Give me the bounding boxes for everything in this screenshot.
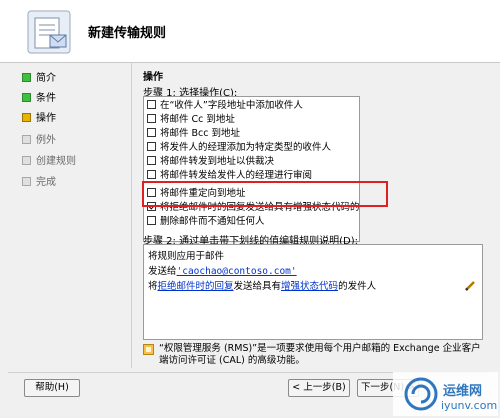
nav-item-create-rule: 创建规则 [22,155,76,169]
transport-rule-icon [27,10,71,54]
wizard-header: 新建传输规则 [0,0,500,63]
action-label: 在“收件人”字段地址中添加收件人 [160,100,303,111]
main-panel: 操作 步骤 1: 选择操作(C): 在“收件人”字段地址中添加收件人 将邮件 C… [131,62,489,372]
description-text: 的发件人 [338,281,377,292]
action-label: 将发件人的经理添加为特定类型的收件人 [160,142,332,153]
checkbox[interactable] [147,114,156,123]
action-item[interactable]: 将邮件 Bcc 到地址 [147,127,240,140]
action-label: 将邮件转发到地址以供裁决 [160,156,275,167]
action-label: 将邮件重定向到地址 [160,188,246,199]
section-title: 操作 [143,72,163,83]
action-item[interactable]: 将邮件重定向到地址 [147,187,246,200]
action-label: 将邮件 Bcc 到地址 [160,128,241,139]
action-label: 将邮件 Cc 到地址 [160,114,235,125]
nav-item-conditions: 条件 [22,92,56,106]
nav-item-exceptions: 例外 [22,134,56,148]
rms-info-icon [143,344,154,355]
step-current-icon [22,113,31,122]
nav-item-label: 完成 [36,177,56,188]
action-item[interactable]: 将邮件转发到地址以供裁决 [147,155,274,168]
recipient-link[interactable]: 'caochao@contoso.com' [177,266,297,277]
watermark-text: 运维网 [443,384,483,399]
back-button[interactable]: < 上一步(B) [288,379,350,397]
action-item[interactable]: 在“收件人”字段地址中添加收件人 [147,99,303,112]
rejection-response-link[interactable]: 拒绝邮件时的回复 [158,281,234,292]
checkbox[interactable] [147,128,156,137]
step-pending-icon [22,177,31,186]
status-code-link[interactable]: 增强状态代码 [281,281,338,292]
description-line: 将拒绝邮件时的回复发送给具有增强状态代码的发件人 [148,278,376,292]
actions-list[interactable]: 在“收件人”字段地址中添加收件人 将邮件 Cc 到地址 将邮件 Bcc 到地址 … [143,96,360,242]
checkbox[interactable] [147,188,156,197]
nav-item-label: 简介 [36,73,56,84]
action-label: 将拒绝邮件时的回复发送给具有增强状态代码的发件人 [160,202,360,213]
step-complete-icon [22,93,31,102]
action-item[interactable]: 将邮件 Cc 到地址 [147,113,235,126]
nav-item-label: 创建规则 [36,156,76,167]
action-item[interactable]: 将发件人的经理添加为特定类型的收件人 [147,141,331,154]
action-label: 将邮件转发给发件人的经理进行审阅 [160,170,313,181]
checkbox[interactable] [147,156,156,165]
action-item[interactable]: 将邮件转发给发件人的经理进行审阅 [147,169,312,182]
action-item-selected[interactable]: 将拒绝邮件时的回复发送给具有增强状态代码的发件人 [147,201,360,214]
action-label: 删除邮件而不通知任何人 [160,216,265,227]
checkbox[interactable] [147,142,156,151]
nav-item-actions: 操作 [22,112,56,126]
step-complete-icon [22,73,31,82]
description-text: 发送给 [148,266,177,277]
rule-description-box: 将规则应用于邮件 发送给'caochao@contoso.com' 将拒绝邮件时… [143,244,483,340]
page-title: 新建传输规则 [88,26,167,41]
description-line: 发送给'caochao@contoso.com' [148,263,297,277]
description-text: 发送给具有 [233,281,282,292]
nav-item-label: 条件 [36,93,56,104]
wizard-nav: 简介 条件 操作 例外 创建规则 完成 [0,62,124,362]
action-item[interactable]: 删除邮件而不通知任何人 [147,215,265,228]
checkbox[interactable] [147,100,156,109]
watermark-url: iyunv.com [441,399,498,412]
help-button[interactable]: 帮助(H) [24,379,80,397]
nav-item-label: 例外 [36,135,56,146]
description-text: 将 [148,281,158,292]
checkbox-checked[interactable] [147,202,156,211]
actions-scrollbar[interactable]: ▲ ▼ [359,97,360,241]
checkbox[interactable] [147,216,156,225]
step-pending-icon [22,156,31,165]
nav-item-label: 操作 [36,113,56,124]
nav-item-finish: 完成 [22,176,56,190]
info-text: “权限管理服务 (RMS)”是一项要求使用每个用户邮箱的 Exchange 企业… [159,343,481,366]
pencil-icon[interactable] [464,280,476,292]
nav-item-intro: 简介 [22,72,56,86]
checkbox[interactable] [147,170,156,179]
description-line: 将规则应用于邮件 [148,251,225,262]
step-pending-icon [22,135,31,144]
